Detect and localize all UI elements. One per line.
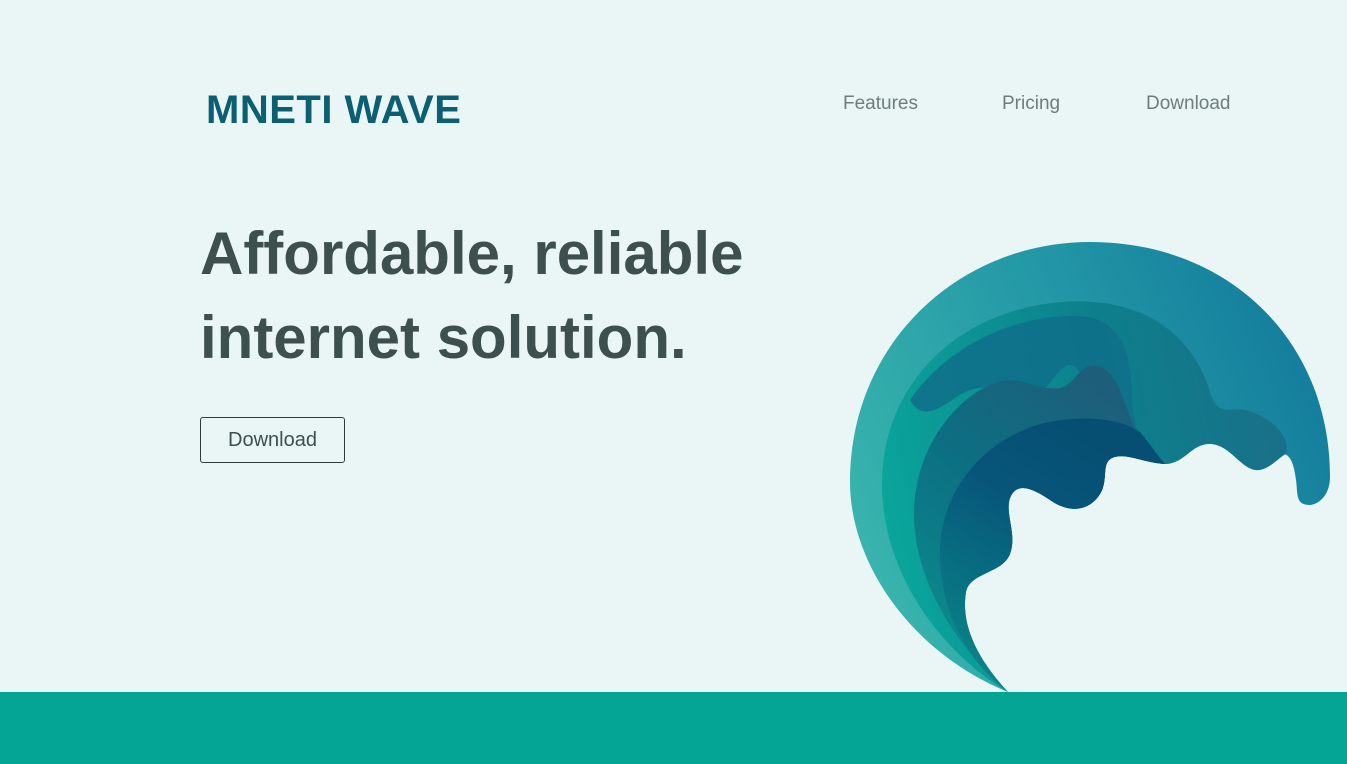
footer-band [0,692,1347,764]
nav-link-pricing[interactable]: Pricing [1002,92,1146,116]
wave-illustration-icon [850,242,1330,692]
site-header: MNETI WAVE Features Pricing Download [0,0,1347,180]
nav-link-features[interactable]: Features [843,92,1002,116]
nav-link-download[interactable]: Download [1146,92,1256,116]
hero-title: Affordable, reliable internet solution. [200,212,820,380]
hero-download-button[interactable]: Download [200,417,345,463]
brand-logo[interactable]: MNETI WAVE [206,86,461,134]
hero-title-line-2: internet solution. [200,304,687,371]
hero-title-line-1: Affordable, reliable [200,220,744,287]
main-nav: Features Pricing Download [843,92,1256,116]
